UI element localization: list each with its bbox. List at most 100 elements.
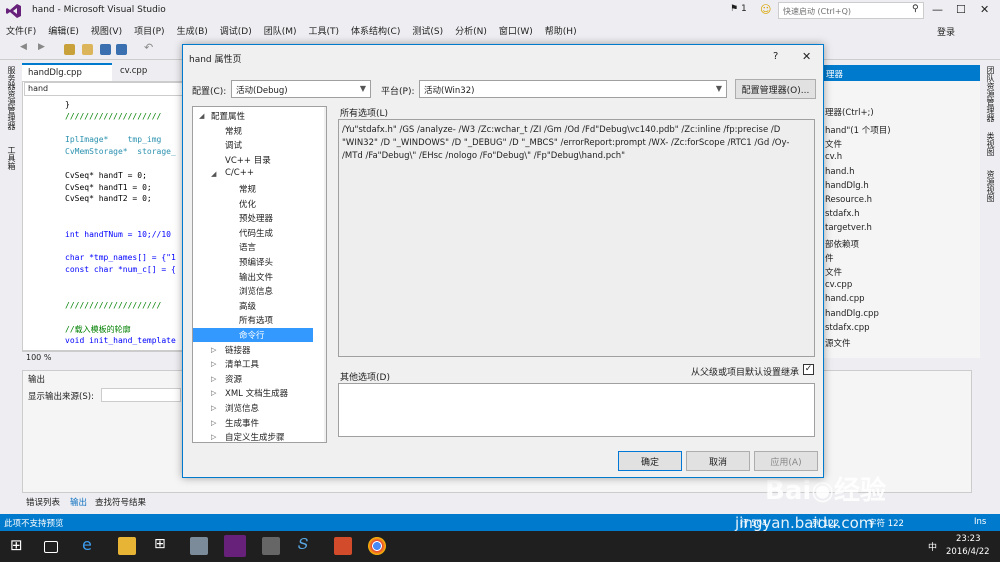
tab-error-list[interactable]: 错误列表 bbox=[26, 496, 60, 508]
menu-item[interactable]: 编辑(E) bbox=[42, 22, 85, 39]
save-icon[interactable] bbox=[100, 44, 111, 55]
tree-node[interactable]: 链接器 bbox=[225, 344, 251, 356]
tree-node[interactable]: 命令行 bbox=[239, 329, 265, 341]
tree-node[interactable]: 常规 bbox=[239, 183, 256, 195]
open-file-icon[interactable] bbox=[82, 44, 93, 55]
menu-item[interactable]: 生成(B) bbox=[171, 22, 214, 39]
new-project-icon[interactable] bbox=[64, 44, 75, 55]
tree-node[interactable]: VC++ 目录 bbox=[225, 154, 271, 166]
tree-expand-icon[interactable]: ▷ bbox=[211, 404, 216, 412]
tab-output[interactable]: 输出 bbox=[70, 496, 87, 508]
resource-view-tab[interactable]: 资源视图 bbox=[985, 170, 996, 202]
edge-icon[interactable]: e bbox=[82, 535, 100, 554]
notification-flag-icon[interactable]: ⚑ bbox=[730, 4, 738, 14]
menu-item[interactable]: 分析(N) bbox=[449, 22, 493, 39]
inherit-checkbox[interactable]: ✓ bbox=[803, 364, 814, 375]
other-options-input[interactable] bbox=[338, 383, 815, 437]
tree-node[interactable]: 语言 bbox=[239, 241, 256, 253]
tree-node[interactable]: 配置属性 bbox=[211, 110, 245, 122]
task-view-icon[interactable] bbox=[44, 541, 58, 553]
tree-node[interactable]: 代码生成 bbox=[239, 227, 273, 239]
solution-item[interactable]: cv.cpp bbox=[825, 280, 852, 290]
dialog-close-button[interactable]: ✕ bbox=[802, 50, 811, 63]
solution-item[interactable]: 文件 bbox=[825, 138, 842, 150]
navigation-combo[interactable]: hand bbox=[24, 82, 184, 96]
tree-node[interactable]: 预编译头 bbox=[239, 256, 273, 268]
team-explorer-tab[interactable]: 团队资源管理器 bbox=[985, 66, 996, 122]
tree-scrollbar[interactable] bbox=[324, 107, 327, 442]
solution-item[interactable]: stdafx.cpp bbox=[825, 323, 870, 333]
solution-item[interactable]: cv.h bbox=[825, 152, 842, 162]
solution-item[interactable]: hand.h bbox=[825, 167, 854, 177]
tree-node[interactable]: 优化 bbox=[239, 198, 256, 210]
menu-item[interactable]: 文件(F) bbox=[0, 22, 42, 39]
ok-button[interactable]: 确定 bbox=[618, 451, 682, 471]
help-button[interactable]: ? bbox=[773, 51, 778, 62]
solution-item[interactable]: 部依赖项 bbox=[825, 238, 859, 250]
back-icon[interactable]: ◀ bbox=[20, 42, 31, 53]
zoom-level[interactable]: 100 % bbox=[26, 353, 51, 362]
tree-scroll-thumb[interactable] bbox=[326, 119, 327, 409]
tree-node[interactable]: 所有选项 bbox=[239, 314, 273, 326]
save-all-icon[interactable] bbox=[116, 44, 127, 55]
solution-item[interactable]: hand"(1 个项目) bbox=[825, 124, 891, 136]
menu-item[interactable]: 窗口(W) bbox=[493, 22, 539, 39]
minimize-button[interactable]: — bbox=[932, 3, 943, 16]
tab-find-symbol[interactable]: 查找符号结果 bbox=[95, 496, 146, 508]
tree-node[interactable]: 自定义生成步骤 bbox=[225, 431, 285, 442]
tree-node[interactable]: XML 文档生成器 bbox=[225, 387, 288, 399]
platform-select[interactable]: 活动(Win32) ▼ bbox=[419, 80, 727, 98]
paint-app-icon[interactable] bbox=[334, 537, 352, 555]
tree-node[interactable]: 生成事件 bbox=[225, 417, 259, 429]
visual-studio-task-icon[interactable] bbox=[224, 535, 246, 557]
tree-node[interactable]: 常规 bbox=[225, 125, 242, 137]
quick-launch-input[interactable]: 快速启动 (Ctrl+Q) bbox=[778, 2, 924, 19]
solution-item[interactable]: Resource.h bbox=[825, 195, 872, 205]
menu-item[interactable]: 工具(T) bbox=[303, 22, 346, 39]
tree-expand-icon[interactable]: ▷ bbox=[211, 419, 216, 427]
all-options-text[interactable]: /Yu"stdafx.h" /GS /analyze- /W3 /Zc:wcha… bbox=[338, 119, 815, 357]
solution-item[interactable]: handDlg.cpp bbox=[825, 309, 879, 319]
menu-item[interactable]: 视图(V) bbox=[85, 22, 128, 39]
cancel-button[interactable]: 取消 bbox=[686, 451, 750, 471]
solution-item[interactable]: hand.cpp bbox=[825, 294, 865, 304]
tree-node[interactable]: 调试 bbox=[225, 139, 242, 151]
tree-expand-icon[interactable]: ▷ bbox=[211, 375, 216, 383]
tree-expand-icon[interactable]: ◢ bbox=[199, 112, 204, 120]
solution-item[interactable]: handDlg.h bbox=[825, 181, 869, 191]
chrome-icon[interactable] bbox=[368, 537, 386, 555]
ime-indicator[interactable]: 中 bbox=[928, 540, 937, 553]
tree-node[interactable]: 浏览信息 bbox=[225, 402, 259, 414]
tab-cv-cpp[interactable]: cv.cpp bbox=[114, 63, 153, 81]
signin-link[interactable]: 登录 bbox=[937, 25, 955, 38]
tree-node[interactable]: 高级 bbox=[239, 300, 256, 312]
menu-item[interactable]: 帮助(H) bbox=[539, 22, 583, 39]
forward-icon[interactable]: ▶ bbox=[38, 42, 49, 53]
tree-expand-icon[interactable]: ▷ bbox=[211, 346, 216, 354]
menu-item[interactable]: 体系结构(C) bbox=[345, 22, 406, 39]
tree-node[interactable]: 输出文件 bbox=[239, 271, 273, 283]
tree-node[interactable]: 预处理器 bbox=[239, 212, 273, 224]
pen-app-icon[interactable]: 𝑆 bbox=[298, 535, 316, 553]
solution-item[interactable]: 源文件 bbox=[825, 337, 851, 349]
tools-icon[interactable] bbox=[262, 537, 280, 555]
tree-node[interactable]: 浏览信息 bbox=[239, 285, 273, 297]
solution-search[interactable]: 理器(Ctrl+;) bbox=[825, 106, 874, 118]
tree-expand-icon[interactable]: ◢ bbox=[211, 170, 216, 178]
class-view-tab[interactable]: 类视图 bbox=[985, 132, 996, 156]
app-icon[interactable] bbox=[190, 537, 208, 555]
menu-item[interactable]: 项目(P) bbox=[128, 22, 170, 39]
solution-item[interactable]: stdafx.h bbox=[825, 209, 859, 219]
solution-item[interactable]: targetver.h bbox=[825, 223, 872, 233]
clock-date[interactable]: 2016/4/22 bbox=[946, 547, 990, 557]
tree-expand-icon[interactable]: ▷ bbox=[211, 360, 216, 368]
undo-icon[interactable]: ↶ bbox=[144, 41, 155, 54]
solution-item[interactable]: 件 bbox=[825, 252, 834, 264]
toolbox-tab[interactable]: 工具箱 bbox=[6, 146, 17, 170]
store-icon[interactable]: ⊞ bbox=[154, 536, 172, 554]
clock-time[interactable]: 23:23 bbox=[956, 534, 981, 544]
menu-item[interactable]: 团队(M) bbox=[258, 22, 303, 39]
close-button[interactable]: ✕ bbox=[980, 3, 989, 16]
apply-button[interactable]: 应用(A) bbox=[754, 451, 818, 471]
config-manager-button[interactable]: 配置管理器(O)... bbox=[735, 79, 816, 99]
